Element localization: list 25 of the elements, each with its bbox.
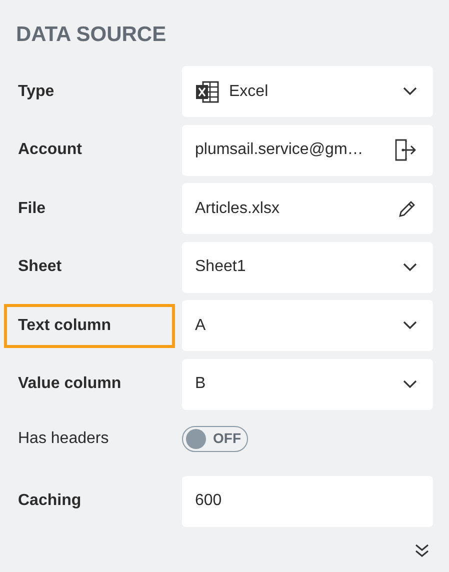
field-label: Text column — [18, 316, 112, 336]
dropdown-field[interactable]: B — [182, 358, 433, 410]
field-label: Has headers — [18, 428, 109, 448]
field-label: Type — [18, 82, 54, 102]
input-field[interactable]: 600 — [182, 476, 433, 526]
dropdown-field[interactable]: Excel — [182, 66, 433, 117]
chevron-down-icon — [403, 321, 417, 330]
field-label: File — [18, 198, 46, 218]
field-label: Sheet — [18, 257, 62, 277]
text-field[interactable]: plumsail.service@gm… — [182, 124, 433, 176]
double-chevron-icon[interactable] — [414, 542, 430, 558]
chevron-down-icon — [403, 87, 417, 96]
chevron-down-icon — [403, 380, 417, 388]
field-label: Account — [18, 140, 82, 160]
pencil-icon[interactable] — [397, 198, 417, 218]
text-field[interactable]: Articles.xlsx — [182, 183, 433, 234]
section-title: DATA SOURCE — [16, 22, 168, 48]
dropdown-field[interactable]: A — [182, 300, 433, 351]
sign-out-icon[interactable] — [393, 138, 417, 162]
field-label: Caching — [18, 491, 82, 511]
excel-icon — [195, 80, 219, 102]
field-label: Value column — [18, 374, 122, 394]
toggle-switch[interactable]: OFF — [182, 426, 248, 452]
chevron-down-icon — [403, 262, 417, 272]
dropdown-field[interactable]: Sheet1 — [182, 242, 433, 292]
